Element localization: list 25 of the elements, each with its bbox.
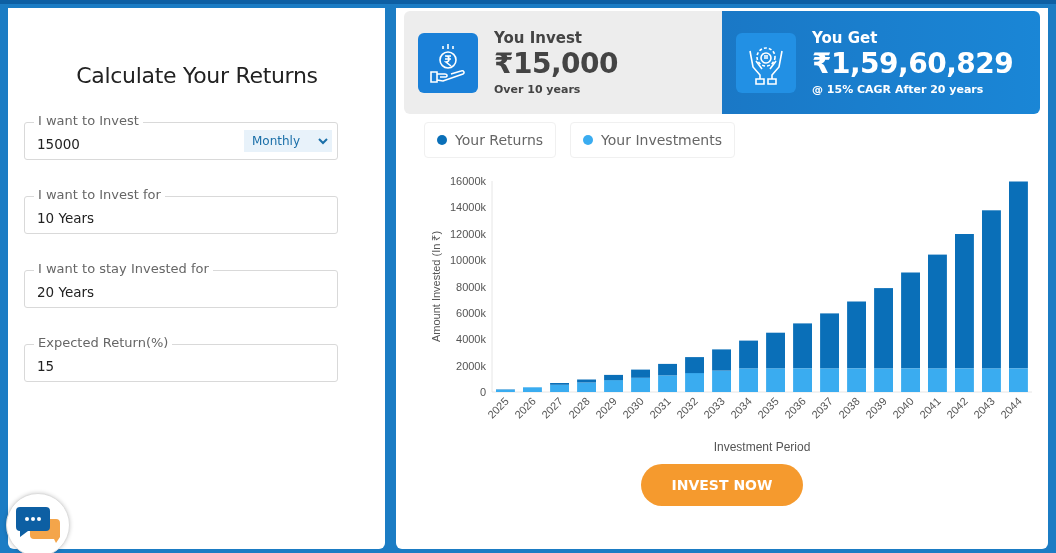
legend-label: Your Returns: [455, 132, 544, 148]
summary-note: Over 10 years: [494, 83, 582, 96]
y-tick-label: 8000k: [456, 280, 486, 293]
field-label: I want to stay Invested for: [34, 261, 213, 277]
summary-note: @ 15% CAGR After 20 years: [812, 83, 985, 96]
field-label: Expected Return(%): [34, 335, 173, 351]
y-axis-title: Amount Invested (In ₹): [430, 230, 442, 343]
y-tick-label: 10000k: [449, 254, 486, 267]
summary-amount: ₹15,000: [494, 47, 619, 80]
summary-title: You Get: [812, 29, 879, 47]
y-tick-label: 4000k: [456, 333, 486, 346]
form-title: Calculate Your Returns: [75, 63, 319, 88]
frequency-dropdown[interactable]: Monthly: [244, 130, 332, 152]
y-tick-label: 6000k: [456, 306, 486, 319]
legend-label: Your Investments: [601, 132, 723, 148]
summary-amount: ₹1,59,60,829: [812, 47, 1014, 80]
x-axis-title: Investment Period: [713, 440, 811, 454]
y-tick-label: 0: [479, 386, 486, 398]
legend-item[interactable]: Your Returns: [424, 122, 557, 158]
legend-item[interactable]: Your Investments: [570, 122, 736, 158]
summary-title: You Invest: [494, 29, 583, 47]
y-tick-label: 16000k: [449, 175, 486, 187]
y-tick-label: 12000k: [449, 227, 486, 240]
y-tick-label: 2000k: [456, 359, 486, 372]
y-tick-label: 14000k: [449, 201, 486, 214]
